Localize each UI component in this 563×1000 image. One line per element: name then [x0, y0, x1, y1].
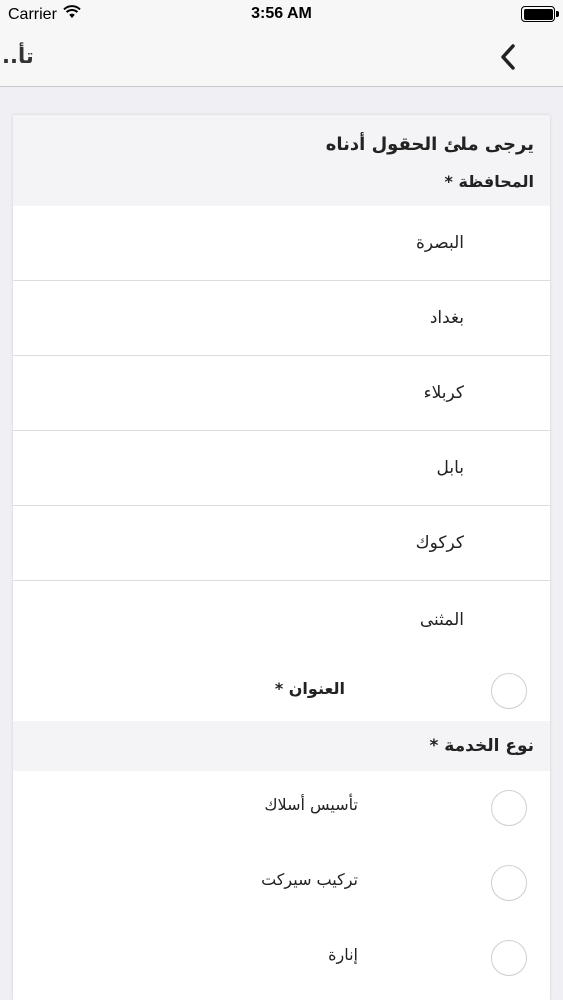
governorate-option-label: بابل	[436, 458, 464, 478]
status-bar: Carrier 3:56 AM	[0, 0, 563, 30]
governorate-label: المحافظة *	[444, 172, 534, 191]
governorate-option[interactable]: كركوك	[13, 506, 550, 581]
service-type-header: نوع الخدمة *	[13, 721, 550, 771]
chevron-left-icon	[499, 43, 517, 75]
navigation-bar: تأ..	[0, 30, 563, 87]
service-type-label: نوع الخدمة *	[429, 736, 535, 756]
service-option[interactable]: إنارة	[13, 921, 550, 996]
governorate-option[interactable]: كربلاء	[13, 356, 550, 431]
governorate-option-label: بغداد	[429, 308, 464, 328]
governorate-option[interactable]: البصرة	[13, 206, 550, 281]
governorate-option[interactable]: المثنى	[13, 581, 550, 659]
service-option-label: إنارة	[328, 945, 358, 964]
form-heading: يرجى ملئ الحقول أدناه	[325, 134, 534, 155]
service-option[interactable]: تأسيس أسلاك	[13, 771, 550, 846]
address-label: العنوان *	[274, 679, 345, 698]
service-radio[interactable]	[491, 865, 527, 901]
page-title: تأ..	[2, 44, 34, 68]
service-option-label: تأسيس أسلاك	[264, 795, 358, 814]
governorate-option-label: كركوك	[415, 533, 464, 553]
form-header: يرجى ملئ الحقول أدناه المحافظة *	[13, 115, 550, 206]
status-time: 3:56 AM	[251, 5, 312, 22]
service-radio[interactable]	[491, 940, 527, 976]
governorate-option-label: كربلاء	[423, 383, 464, 403]
governorate-option-label: المثنى	[419, 610, 464, 630]
governorate-option-label: البصرة	[415, 233, 464, 253]
back-button[interactable]	[493, 44, 523, 74]
form-card: يرجى ملئ الحقول أدناه المحافظة * البصرة …	[13, 115, 550, 1000]
service-radio[interactable]	[491, 790, 527, 826]
battery-icon	[521, 6, 559, 22]
service-option-label: تركيب سيركت	[261, 870, 358, 889]
governorate-option[interactable]: بغداد	[13, 281, 550, 356]
governorate-option[interactable]: بابل	[13, 431, 550, 506]
service-option[interactable]: تركيب سيركت	[13, 846, 550, 921]
address-row: العنوان *	[13, 659, 550, 721]
address-radio[interactable]	[491, 673, 527, 709]
governorate-list: البصرة بغداد كربلاء بابل كركوك المثنى	[13, 206, 550, 659]
